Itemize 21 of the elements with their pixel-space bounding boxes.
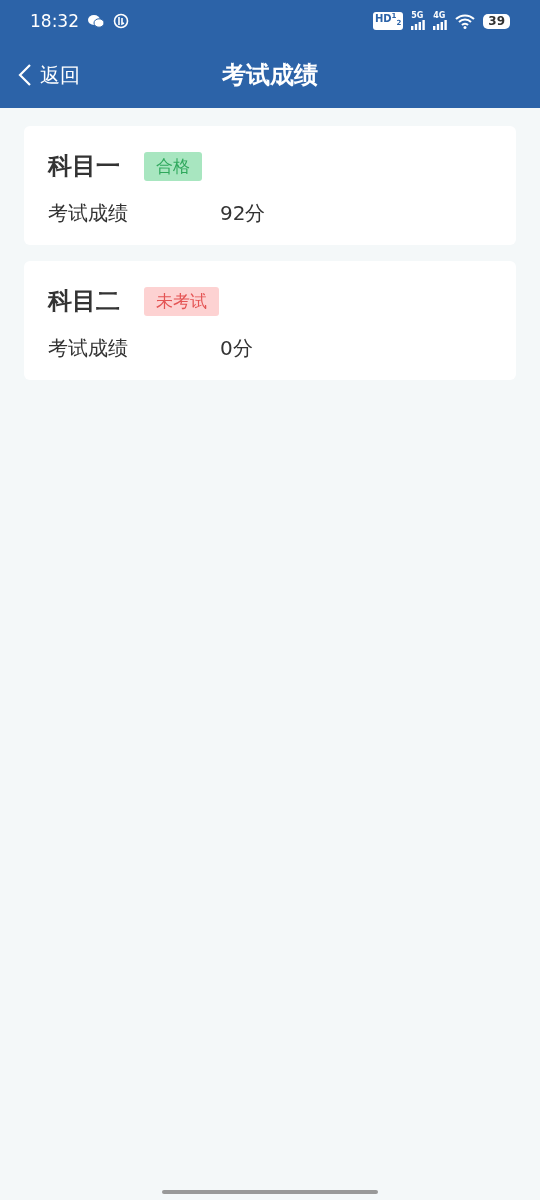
score-value: 0分: [220, 335, 253, 362]
status-tag: 合格: [144, 151, 202, 181]
score-value: 92分: [220, 200, 266, 227]
network-label: 5G: [411, 12, 424, 20]
score-label: 考试成绩: [48, 200, 129, 227]
subject-name: 科目二: [48, 286, 120, 317]
battery-indicator: 39: [483, 13, 510, 29]
page-title: 考试成绩: [222, 60, 318, 91]
wifi-icon: [455, 13, 476, 29]
back-button[interactable]: 返回: [0, 61, 80, 89]
subject-name: 科目一: [48, 151, 120, 182]
circle-icon: [113, 13, 129, 29]
network-label: 4G: [433, 12, 446, 20]
back-icon: [18, 63, 32, 87]
signal-icon: [433, 20, 448, 30]
home-indicator[interactable]: [162, 1190, 378, 1194]
status-tag: 未考试: [144, 286, 219, 316]
clock: 18:32: [30, 11, 79, 31]
chat-icon: [87, 14, 105, 28]
score-label: 考试成绩: [48, 335, 129, 362]
signal-icon: [411, 20, 426, 30]
